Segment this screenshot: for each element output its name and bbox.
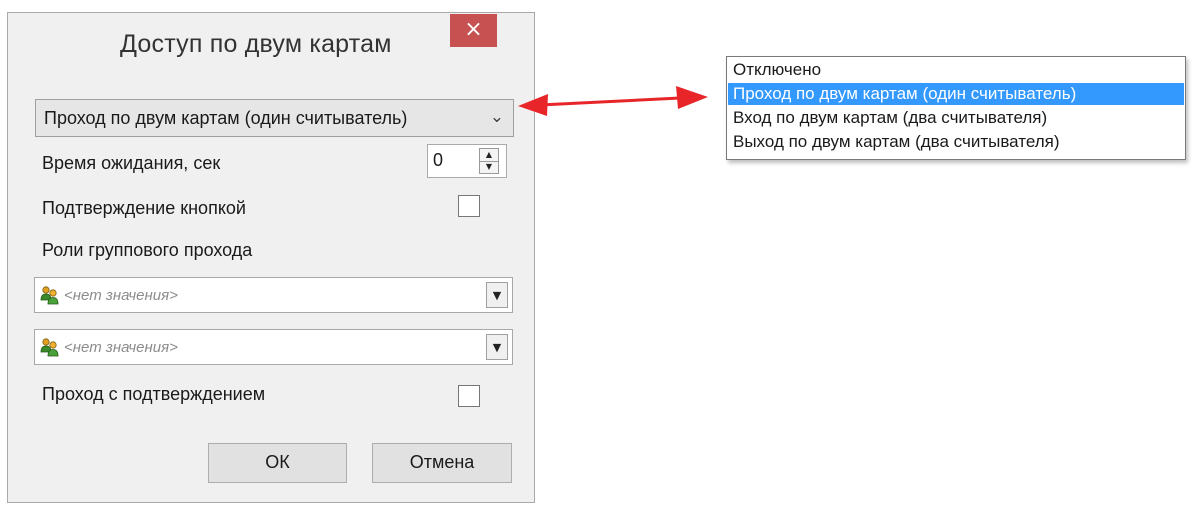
- dropdown-item-entry-two-readers[interactable]: Вход по двум картам (два считывателя): [728, 107, 1184, 129]
- dropdown-item-disabled[interactable]: Отключено: [728, 59, 1184, 81]
- dropdown-item-two-cards-one-reader[interactable]: Проход по двум картам (один считыватель): [728, 83, 1184, 105]
- mode-dropdown-list: Отключено Проход по двум картам (один сч…: [726, 56, 1186, 160]
- dropdown-item-exit-two-readers[interactable]: Выход по двум картам (два считывателя): [728, 131, 1184, 153]
